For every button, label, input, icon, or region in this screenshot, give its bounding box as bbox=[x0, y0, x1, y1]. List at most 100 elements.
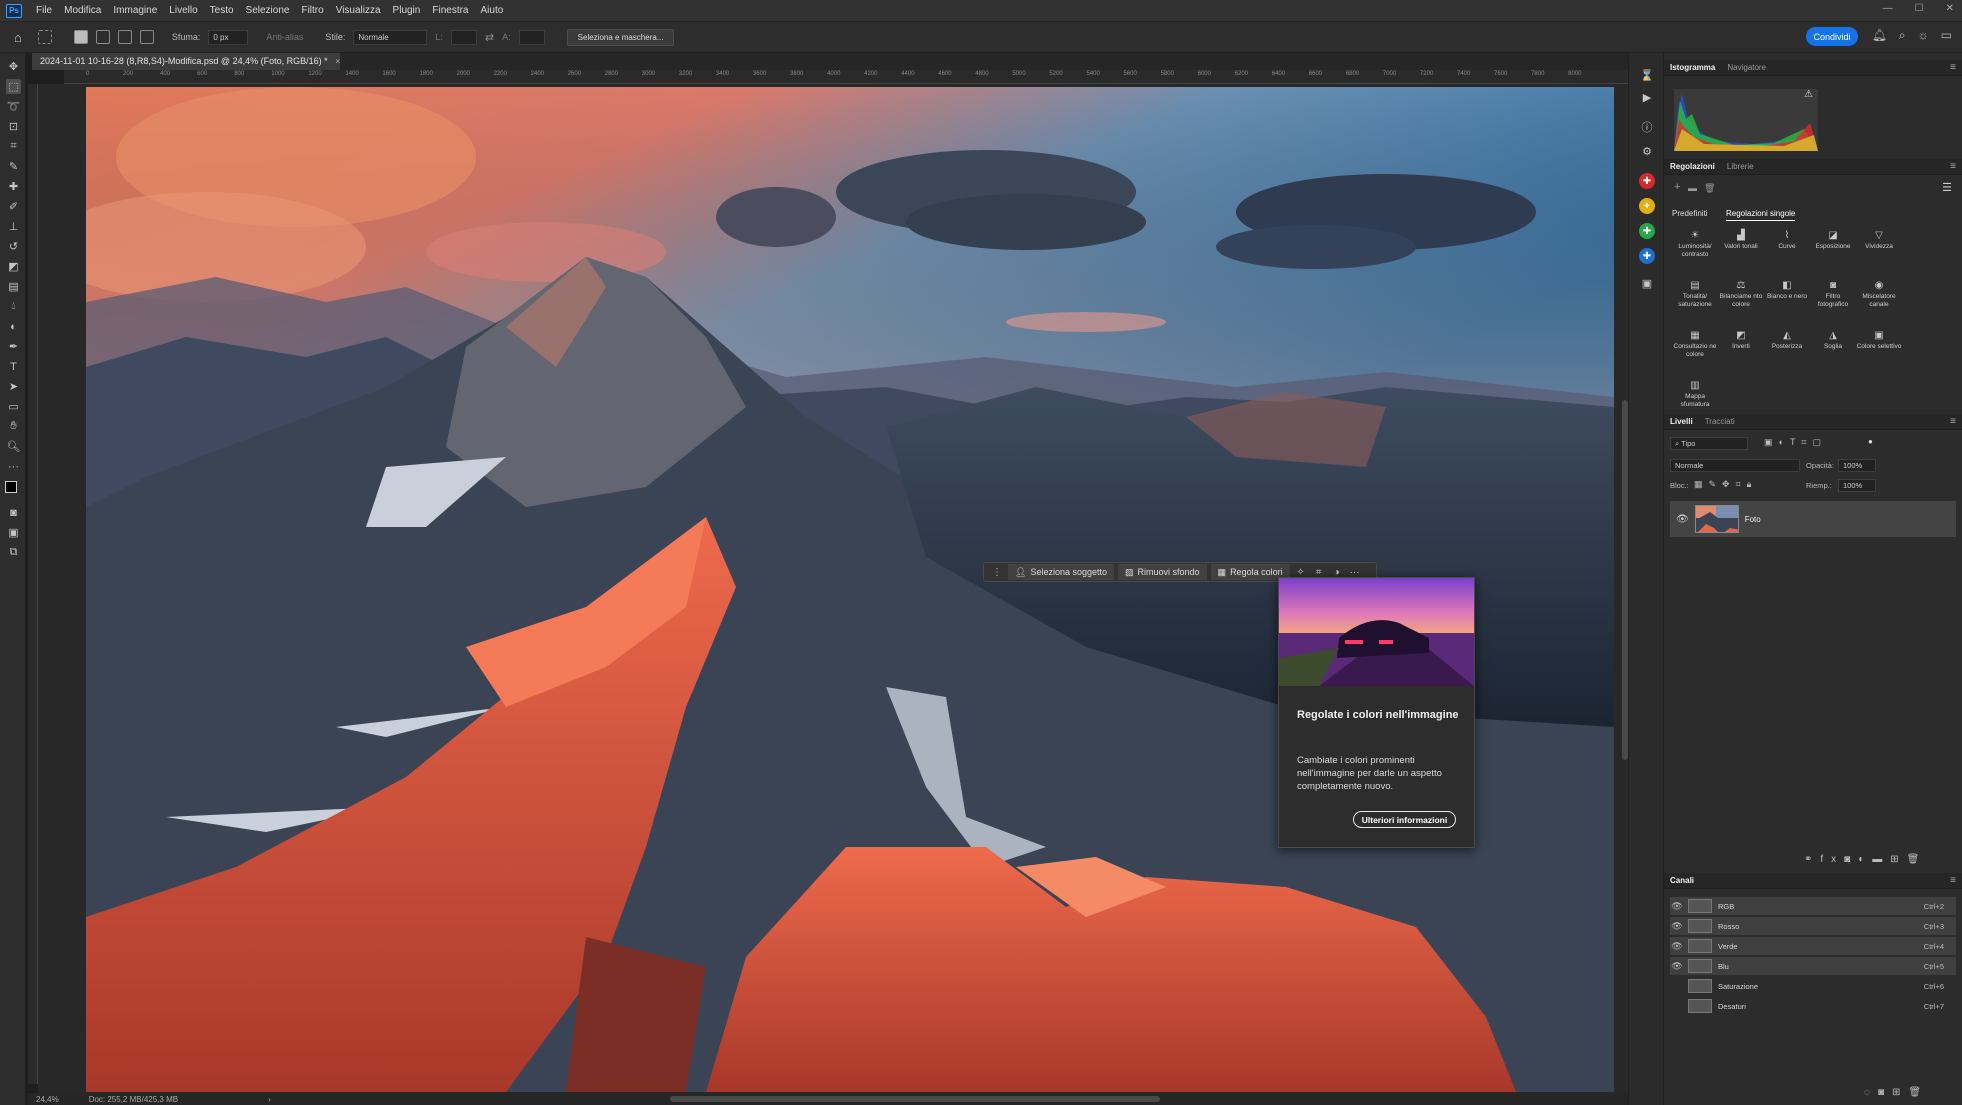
channel-row-blue[interactable]: 👁︎ Blu Ctrl+5 bbox=[1670, 957, 1956, 975]
eyedropper-tool-icon[interactable]: ✎ bbox=[6, 159, 21, 174]
menu-finestra[interactable]: Finestra bbox=[426, 5, 474, 16]
object-select-tool-icon[interactable]: ⊡ bbox=[6, 119, 21, 134]
drag-handle-icon[interactable]: ⋮ bbox=[990, 565, 1004, 579]
eraser-tool-icon[interactable]: ◩ bbox=[6, 259, 21, 274]
foreground-color-swatch[interactable] bbox=[5, 481, 17, 493]
adj-channel-mixer[interactable]: ◉ Miscelatore canale bbox=[1856, 279, 1902, 321]
height-input[interactable] bbox=[518, 29, 545, 45]
bell-icon[interactable]: 🔔︎ bbox=[1872, 28, 1887, 43]
trash-icon[interactable]: 🗑︎ bbox=[1704, 183, 1715, 194]
adj-threshold[interactable]: ◮ Soglia bbox=[1810, 329, 1856, 371]
zoom-level[interactable]: 24,4% bbox=[36, 1095, 59, 1104]
select-and-mask-button[interactable]: Seleziona e maschera... bbox=[566, 28, 675, 46]
swap-icon[interactable]: ⇄ bbox=[485, 31, 494, 44]
folder-icon[interactable]: ▬ bbox=[1688, 183, 1697, 193]
new-selection-icon[interactable] bbox=[73, 30, 88, 44]
more-tools-icon[interactable]: ··· bbox=[6, 459, 21, 474]
share-button[interactable]: Condividi bbox=[1806, 27, 1858, 46]
menu-visualizza[interactable]: Visualizza bbox=[330, 5, 387, 16]
menu-aiuto[interactable]: Aiuto bbox=[474, 5, 509, 16]
plugin-red-icon[interactable]: ✚ bbox=[1639, 173, 1655, 189]
opacity-input[interactable]: 100% bbox=[1838, 459, 1876, 472]
home-icon[interactable]: ⌂ bbox=[14, 30, 22, 45]
channel-row-saturazione[interactable]: Saturazione Ctrl+6 bbox=[1670, 977, 1956, 995]
actions-play-icon[interactable]: ▶ bbox=[1639, 89, 1655, 105]
minimize-icon[interactable]: — bbox=[1883, 3, 1893, 14]
adj-selective-color[interactable]: ▣ Colore selettivo bbox=[1856, 329, 1902, 371]
adj-photo-filter[interactable]: ◙ Filtro fotografico bbox=[1810, 279, 1856, 321]
adj-levels[interactable]: ▟ Valori tonali bbox=[1718, 229, 1764, 271]
ruler-vertical[interactable] bbox=[28, 84, 38, 1084]
width-input[interactable] bbox=[450, 29, 477, 45]
layer-visibility-icon[interactable]: 👁︎ bbox=[1676, 514, 1689, 525]
pen-tool-icon[interactable]: ✒ bbox=[6, 339, 21, 354]
blend-mode-select[interactable]: Normale bbox=[1670, 459, 1800, 472]
channel-row-green[interactable]: 👁︎ Verde Ctrl+4 bbox=[1670, 937, 1956, 955]
screen-mode-icon[interactable]: ▣ bbox=[6, 525, 21, 540]
marquee-tool-icon[interactable]: ⬚ bbox=[6, 79, 21, 94]
lightbulb-icon[interactable]: ☼ bbox=[1918, 28, 1929, 43]
ruler-horizontal[interactable]: 0 200 400 600 800 1000 1200 1400 1600 1800 2000 220… bbox=[64, 70, 1628, 84]
hand-tool-icon[interactable]: ✋︎ bbox=[6, 419, 21, 434]
close-icon[interactable]: ✕ bbox=[1946, 3, 1954, 14]
adj-posterize[interactable]: ◭ Posterizza bbox=[1764, 329, 1810, 371]
info-icon[interactable]: ⓘ bbox=[1639, 119, 1655, 135]
zoom-tool-icon[interactable]: 🔍︎ bbox=[6, 439, 21, 454]
clone-stamp-tool-icon[interactable]: ⊥ bbox=[6, 219, 21, 234]
maximize-icon[interactable]: ☐ bbox=[1915, 3, 1924, 14]
panel-menu-icon[interactable]: ≡ bbox=[1950, 62, 1956, 73]
blur-tool-icon[interactable]: 💧︎ bbox=[6, 299, 21, 314]
adj-black-white[interactable]: ◧ Bianco e nero bbox=[1764, 279, 1810, 321]
channel-row-desaturi[interactable]: Desaturi Ctrl+7 bbox=[1670, 997, 1956, 1015]
brush-tool-icon[interactable]: ✐ bbox=[6, 199, 21, 214]
close-tab-icon[interactable]: × bbox=[335, 56, 340, 66]
gradient-tool-icon[interactable]: ▤ bbox=[6, 279, 21, 294]
channels-menu-icon[interactable]: ≡ bbox=[1950, 875, 1956, 886]
tab-channels[interactable]: Canali bbox=[1670, 876, 1694, 885]
spot-healing-tool-icon[interactable]: ✚ bbox=[6, 179, 21, 194]
properties-icon[interactable]: ⚙ bbox=[1639, 143, 1655, 159]
adjustments-menu-icon[interactable]: ≡ bbox=[1950, 161, 1956, 172]
subtract-selection-icon[interactable] bbox=[117, 30, 132, 44]
adj-exposure[interactable]: ◪ Esposizione bbox=[1810, 229, 1856, 271]
type-tool-icon[interactable]: T bbox=[6, 359, 21, 374]
document-tab[interactable]: 2024-11-01 10-16-28 (8,R8,S4)-Modifica.p… bbox=[32, 53, 340, 70]
plugin-yellow-icon[interactable]: ✦ bbox=[1639, 198, 1655, 214]
adj-invert[interactable]: ◩ Inverti bbox=[1718, 329, 1764, 371]
sfuma-input[interactable]: 0 px bbox=[208, 29, 249, 45]
dodge-tool-icon[interactable]: ◐ bbox=[6, 319, 21, 334]
filter-toggle-icon[interactable]: ● bbox=[1868, 437, 1873, 446]
menu-immagine[interactable]: Immagine bbox=[107, 5, 163, 16]
layer-row-foto[interactable]: 👁︎ Foto bbox=[1670, 501, 1956, 537]
channel-eye-icon[interactable]: 👁︎ bbox=[1670, 941, 1684, 952]
history-icon[interactable]: ⌛ bbox=[1639, 67, 1655, 83]
lasso-tool-icon[interactable]: ➰ bbox=[6, 99, 21, 114]
menu-livello[interactable]: Livello bbox=[163, 5, 203, 16]
menu-testo[interactable]: Testo bbox=[204, 5, 240, 16]
history-brush-tool-icon[interactable]: ↺ bbox=[6, 239, 21, 254]
layer-actions[interactable]: ⚭fx◙◐▬⊞🗑︎ bbox=[1804, 854, 1927, 865]
plugin-blue-icon[interactable]: ✚ bbox=[1639, 248, 1655, 264]
fill-input[interactable]: 100% bbox=[1838, 479, 1876, 492]
search-icon[interactable]: ⌕ bbox=[1899, 28, 1906, 43]
tab-histogram[interactable]: Istogramma bbox=[1670, 63, 1715, 72]
horizontal-scrollbar[interactable] bbox=[670, 1096, 1160, 1102]
path-select-tool-icon[interactable]: ➤ bbox=[6, 379, 21, 394]
remove-background-button[interactable]: ▨ Rimuovi sfondo bbox=[1118, 564, 1207, 580]
channel-actions[interactable]: ◌◙⊞🗑︎ bbox=[1864, 1087, 1929, 1098]
channel-eye-icon[interactable]: 👁︎ bbox=[1670, 921, 1684, 932]
workspace-icon[interactable]: ▭ bbox=[1941, 28, 1952, 43]
intersect-selection-icon[interactable] bbox=[139, 30, 154, 44]
channel-eye-icon[interactable]: 👁︎ bbox=[1670, 901, 1684, 912]
tab-adjustments[interactable]: Regolazioni bbox=[1670, 162, 1715, 171]
channel-eye-icon[interactable]: 👁︎ bbox=[1670, 961, 1684, 972]
adj-curves[interactable]: ⌇ Curve bbox=[1764, 229, 1810, 271]
adj-color-lookup[interactable]: ▦ Consultazio ne colore bbox=[1672, 329, 1718, 371]
menu-modifica[interactable]: Modifica bbox=[58, 5, 107, 16]
tab-navigator[interactable]: Navigatore bbox=[1727, 63, 1766, 72]
layer-name[interactable]: Foto bbox=[1745, 515, 1761, 524]
add-icon[interactable]: + bbox=[1674, 181, 1680, 193]
antialias-label[interactable]: Anti-alias bbox=[266, 32, 303, 42]
plugin-green-icon[interactable]: ✚ bbox=[1639, 223, 1655, 239]
tab-libraries[interactable]: Librerie bbox=[1727, 162, 1754, 171]
